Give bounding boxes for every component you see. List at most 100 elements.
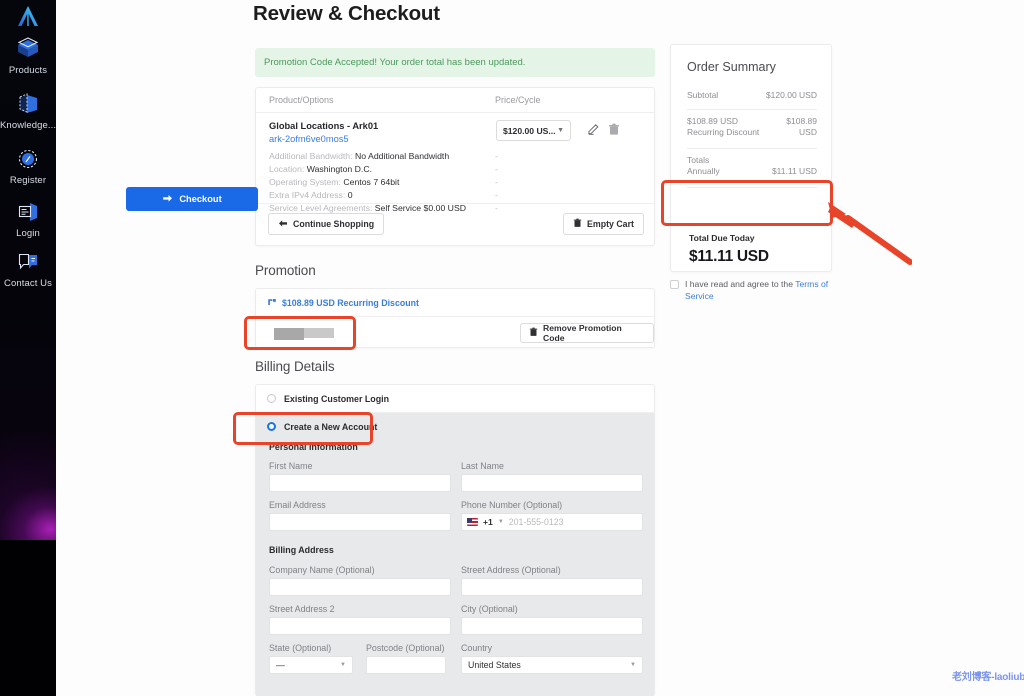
- remove-promotion-label: Remove Promotion Code: [543, 323, 622, 343]
- option-row: Operating System: Centos 7 64bit: [269, 177, 399, 187]
- first-name-label: First Name: [269, 461, 313, 471]
- sidebar-item-label: Products: [8, 65, 48, 76]
- state-value: —: [276, 660, 285, 670]
- last-name-input[interactable]: [461, 474, 643, 492]
- product-id-link[interactable]: ark-2ofm6ve0mos5: [269, 134, 349, 144]
- site-watermark: 老刘博客-laoliublog.cn: [952, 672, 1024, 683]
- country-select[interactable]: United States ▼: [461, 656, 643, 674]
- summary-row-subtotal: Subtotal $120.00 USD: [687, 90, 817, 102]
- edit-item-button[interactable]: [587, 123, 600, 141]
- summary-row-discount: $108.89 USD Recurring Discount $108.89 U…: [687, 116, 817, 140]
- price-cycle-dropdown[interactable]: $120.00 US... ▼: [496, 120, 571, 141]
- billing-form: Personal Information First Name Last Nam…: [256, 440, 654, 696]
- cart-card: Product/Options Price/Cycle Global Locat…: [255, 87, 655, 246]
- radio-label: Create a New Account: [284, 421, 378, 432]
- alert-text: Promotion Code Accepted! Your order tota…: [264, 57, 526, 68]
- street2-label: Street Address 2: [269, 604, 335, 614]
- terms-text: I have read and agree to the Terms of Se…: [685, 279, 842, 302]
- option-value: Washington D.C.: [306, 164, 373, 174]
- state-label: State (Optional): [269, 643, 332, 653]
- street-address-input[interactable]: [461, 578, 643, 596]
- arrow-right-icon: [162, 194, 173, 205]
- terms-checkbox[interactable]: [670, 280, 679, 289]
- phone-country-code: +1: [483, 517, 493, 527]
- order-summary-card: Order Summary Subtotal $120.00 USD $108.…: [670, 44, 832, 272]
- city-label: City (Optional): [461, 604, 518, 614]
- cube-icon: [15, 36, 41, 62]
- divider: [687, 109, 817, 110]
- brand-logo[interactable]: [11, 3, 45, 29]
- remove-promotion-code-button[interactable]: Remove Promotion Code: [520, 323, 654, 343]
- email-label: Email Address: [269, 500, 326, 510]
- option-row: Location: Washington D.C.: [269, 164, 372, 174]
- option-value: Centos 7 64bit: [343, 177, 400, 187]
- option-row: Extra IPv4 Address: 0: [269, 190, 353, 200]
- option-price: -: [495, 190, 498, 200]
- sidebar-item-login[interactable]: Login: [0, 199, 56, 239]
- screenshot-root: Products Knowledge... Register Login Con…: [0, 0, 1024, 696]
- radio-existing-customer-login[interactable]: Existing Customer Login: [256, 385, 654, 412]
- email-input[interactable]: [269, 513, 451, 531]
- first-name-input[interactable]: [269, 474, 451, 492]
- company-input[interactable]: [269, 578, 451, 596]
- continue-shopping-button[interactable]: Continue Shopping: [268, 213, 385, 235]
- total-due-today-value: $11.11 USD: [689, 248, 769, 265]
- radio-create-new-account[interactable]: Create a New Account: [256, 413, 654, 440]
- summary-key: Totals Annually: [687, 155, 720, 176]
- column-price: Price/Cycle: [495, 95, 541, 105]
- sidebar-item-register[interactable]: Register: [0, 146, 56, 186]
- summary-value: $11.11 USD: [771, 166, 817, 176]
- option-label: Extra IPv4 Address:: [269, 190, 346, 200]
- promotion-code-input[interactable]: [274, 328, 334, 340]
- left-sidebar: Products Knowledge... Register Login Con…: [0, 0, 56, 696]
- promotion-discount-label: $108.89 USD Recurring Discount: [282, 297, 419, 308]
- sidebar-item-label: Contact Us: [4, 278, 52, 289]
- last-name-label: Last Name: [461, 461, 504, 471]
- cart-footer: Continue Shopping Empty Cart: [256, 203, 654, 245]
- phone-input[interactable]: +1 ▼ 201-555-0123: [461, 513, 643, 531]
- terms-of-service-row[interactable]: I have read and agree to the Terms of Se…: [670, 279, 842, 302]
- postcode-input[interactable]: [366, 656, 446, 674]
- phone-label: Phone Number (Optional): [461, 500, 563, 510]
- country-value: United States: [468, 660, 521, 670]
- checkout-button[interactable]: Checkout: [126, 187, 258, 211]
- chevron-down-icon: ▼: [340, 662, 346, 668]
- option-row: Additional Bandwidth: No Additional Band…: [269, 151, 449, 161]
- promotion-applied-row[interactable]: $108.89 USD Recurring Discount: [256, 289, 654, 317]
- cart-table-header: Product/Options Price/Cycle: [256, 88, 654, 113]
- terms-prefix: I have read and agree to the: [685, 279, 796, 289]
- divider: [687, 148, 817, 149]
- summary-value: $120.00 USD: [765, 90, 817, 100]
- order-summary-title: Order Summary: [687, 60, 776, 74]
- chat-bubbles-icon: [15, 249, 41, 275]
- chevron-down-icon: ▼: [630, 662, 636, 668]
- sidebar-item-contact-us[interactable]: Contact Us: [0, 249, 56, 289]
- arrow-left-icon: [278, 219, 288, 230]
- sidebar-item-label: Register: [9, 175, 47, 186]
- login-card-icon: [15, 199, 41, 225]
- promo-accepted-alert: Promotion Code Accepted! Your order tota…: [255, 48, 655, 77]
- trash-icon: [573, 218, 582, 230]
- street1-label: Street Address (Optional): [461, 565, 561, 575]
- empty-cart-button[interactable]: Empty Cart: [563, 213, 644, 235]
- billing-details-heading: Billing Details: [255, 359, 335, 374]
- promotion-card: $108.89 USD Recurring Discount Remove Pr…: [255, 288, 655, 348]
- sidebar-item-label: Knowledge...: [0, 120, 56, 131]
- sidebar-item-products[interactable]: Products: [0, 36, 56, 76]
- option-price: -: [495, 151, 498, 161]
- sidebar-item-knowledge[interactable]: Knowledge...: [0, 91, 56, 131]
- street-address-2-input[interactable]: [269, 617, 451, 635]
- summary-value: $108.89 USD: [786, 116, 817, 137]
- tag-icon: [267, 298, 277, 308]
- compass-icon: [15, 146, 41, 172]
- delete-item-button[interactable]: [608, 123, 620, 141]
- state-select[interactable]: — ▼: [269, 656, 353, 674]
- phone-placeholder: 201-555-0123: [508, 517, 564, 527]
- option-price: -: [495, 164, 498, 174]
- summary-key: $108.89 USD Recurring Discount: [687, 116, 760, 137]
- price-cycle-value: $120.00 US...: [503, 125, 556, 136]
- option-label: Location:: [269, 164, 305, 174]
- city-input[interactable]: [461, 617, 643, 635]
- billing-details-card: Existing Customer Login Create a New Acc…: [255, 384, 655, 696]
- sidebar-item-label: Login: [16, 228, 40, 239]
